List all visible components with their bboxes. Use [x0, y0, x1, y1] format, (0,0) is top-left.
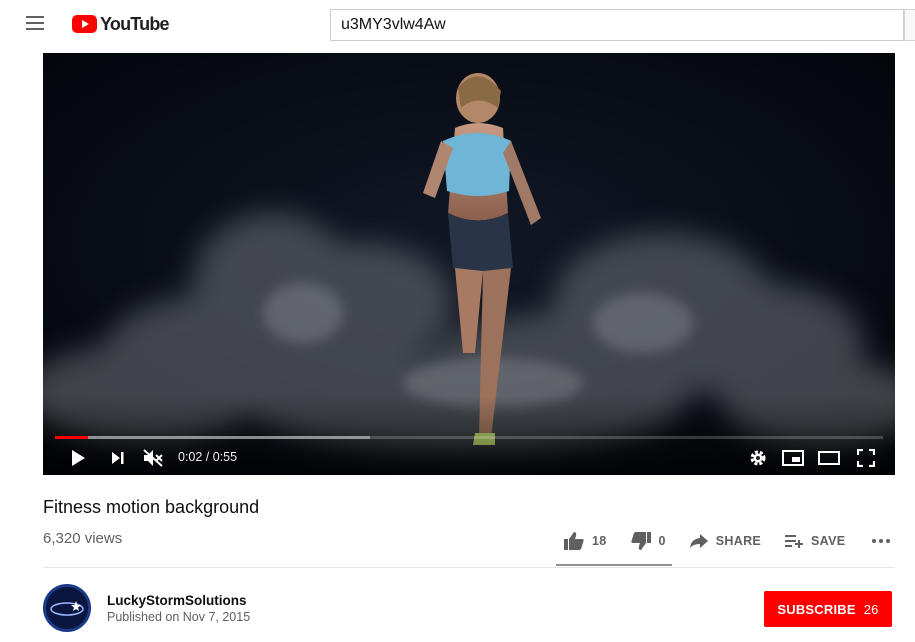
channel-logo-icon	[46, 587, 88, 629]
dislike-button[interactable]: 0	[630, 532, 666, 550]
volume-muted-icon	[143, 449, 163, 467]
skip-next-icon	[112, 452, 124, 464]
share-label: SHARE	[715, 534, 762, 548]
subscriber-count: 26	[863, 601, 879, 617]
time-display: 0:02 / 0:55	[178, 450, 238, 464]
like-count: 18	[592, 534, 607, 548]
settings-button[interactable]	[747, 447, 769, 469]
share-arrow-icon	[689, 534, 708, 548]
publish-date: Published on Nov 7, 2015	[107, 610, 251, 624]
video-title: Fitness motion background	[43, 497, 260, 517]
gear-icon	[750, 450, 766, 466]
save-button[interactable]: SAVE	[785, 534, 845, 548]
progress-bar[interactable]	[55, 436, 883, 439]
view-count: 6,320 views	[43, 530, 123, 547]
save-label: SAVE	[811, 534, 846, 548]
hamburger-menu-icon[interactable]	[26, 16, 46, 32]
playlist-add-icon	[785, 535, 804, 548]
progress-loaded	[55, 436, 370, 439]
video-player[interactable]: 0:02 / 0:55	[43, 53, 895, 475]
dislike-count: 0	[658, 534, 666, 548]
search-input[interactable]: u3MY3vlw4Aw	[330, 9, 904, 41]
masthead: YouTube u3MY3vlw4Aw	[0, 0, 915, 52]
theater-mode-icon	[818, 451, 840, 465]
play-button[interactable]	[67, 447, 89, 469]
mute-button[interactable]	[141, 447, 165, 469]
fullscreen-button[interactable]	[855, 447, 877, 469]
search-button[interactable]	[904, 9, 915, 41]
subscribe-button[interactable]: SUBSCRIBE 26	[764, 591, 892, 627]
theater-mode-button[interactable]	[817, 447, 841, 469]
like-button[interactable]: 18	[564, 532, 607, 550]
play-icon	[72, 450, 85, 466]
sentiment-bar	[556, 564, 672, 566]
divider	[43, 567, 895, 568]
miniplayer-button[interactable]	[781, 447, 805, 469]
thumbs-up-icon	[564, 532, 584, 550]
progress-played	[55, 436, 89, 439]
subscribe-label: SUBSCRIBE	[777, 601, 856, 617]
share-button[interactable]: SHARE	[689, 534, 762, 548]
more-horizontal-icon	[872, 539, 891, 543]
youtube-logo[interactable]: YouTube	[72, 13, 170, 35]
fullscreen-icon	[857, 449, 875, 467]
channel-name[interactable]: LuckyStormSolutions	[107, 593, 247, 608]
video-actions: 18 0 SHARE SAVE	[556, 526, 891, 556]
channel-avatar[interactable]	[43, 584, 91, 632]
miniplayer-icon	[782, 450, 804, 466]
more-actions-button[interactable]	[871, 538, 891, 544]
youtube-play-icon	[72, 15, 97, 33]
thumbs-down-icon	[630, 532, 651, 550]
next-button[interactable]	[107, 447, 129, 469]
logo-text: YouTube	[100, 13, 170, 34]
